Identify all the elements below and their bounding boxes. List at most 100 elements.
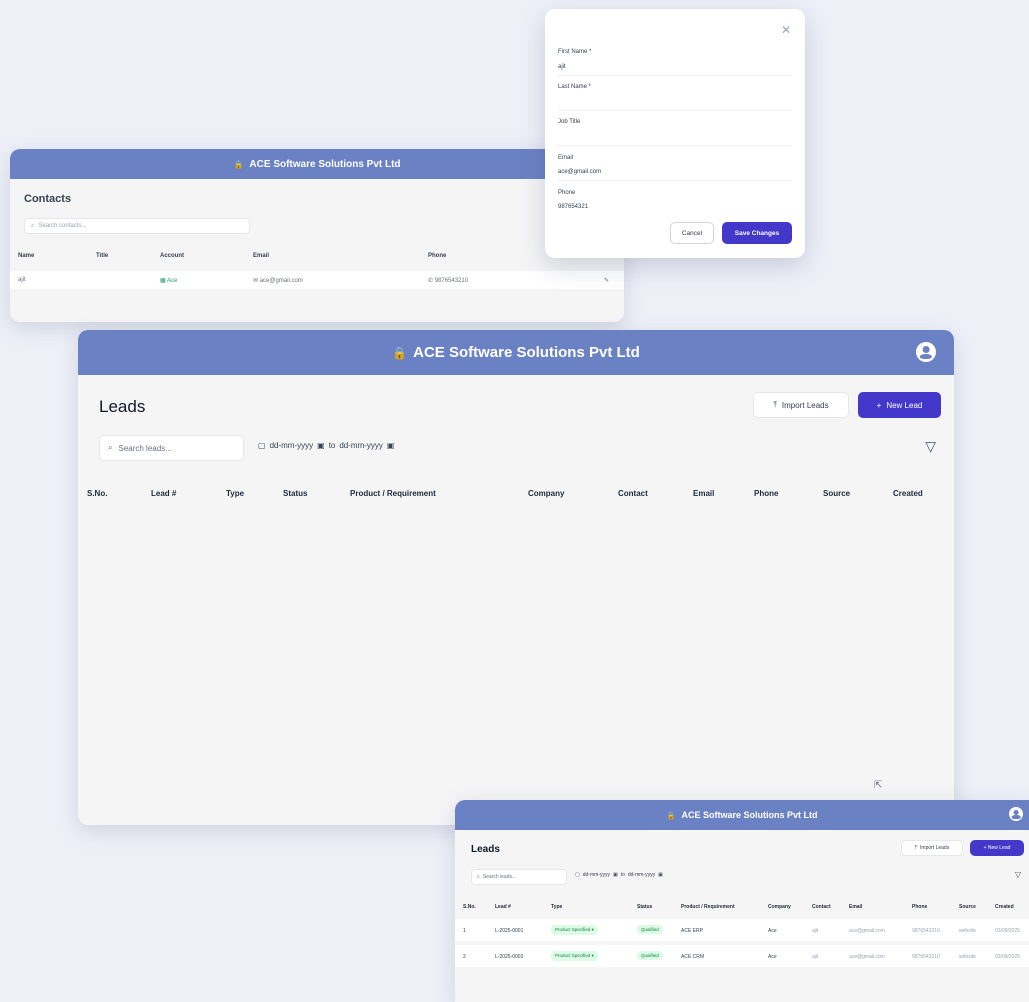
- calendar-picker-icon[interactable]: ▣: [387, 441, 395, 450]
- row-contact: ajit: [812, 928, 819, 934]
- status-badge: Qualified: [637, 925, 663, 934]
- company-name: ACE Software Solutions Pvt Ltd: [413, 344, 640, 361]
- column-header[interactable]: Contact: [618, 489, 648, 498]
- phone-field[interactable]: 987654321: [558, 204, 588, 210]
- column-header[interactable]: Company: [528, 489, 564, 498]
- column-header[interactable]: Type: [226, 489, 244, 498]
- column-header[interactable]: Status: [637, 904, 652, 910]
- column-header[interactable]: Name: [18, 253, 34, 259]
- company-name: ACE Software Solutions Pvt Ltd: [249, 158, 401, 170]
- table-row[interactable]: [10, 271, 624, 289]
- date-to-input[interactable]: dd-mm-yyyy: [628, 872, 655, 878]
- column-header[interactable]: S.No.: [87, 489, 107, 498]
- new-lead-button[interactable]: + New Lead: [970, 840, 1024, 856]
- filter-icon[interactable]: ▽: [1015, 870, 1021, 879]
- import-leads-button[interactable]: ⤒ Import Leads: [753, 392, 849, 418]
- row-created: 03/09/2025: [995, 928, 1021, 934]
- phone-icon: ✆ 9876543210: [428, 278, 469, 284]
- search-icon: ⌕: [477, 874, 480, 880]
- import-leads-button[interactable]: ⤒ Import Leads: [901, 840, 963, 856]
- calendar-picker-icon[interactable]: ▣: [658, 872, 663, 878]
- last-name-label: Last Name *: [558, 84, 592, 90]
- search-icon: ⌕: [31, 222, 35, 229]
- search-placeholder: Search leads...: [482, 874, 517, 880]
- first-name-field[interactable]: ajit: [558, 64, 566, 70]
- column-header[interactable]: Phone: [754, 489, 778, 498]
- lock-icon: 🔒: [233, 159, 244, 169]
- row-company: Ace: [768, 928, 777, 934]
- column-header[interactable]: Type: [551, 904, 562, 910]
- type-badge[interactable]: Product Specified ▾: [551, 951, 598, 961]
- date-from-input[interactable]: dd-mm-yyyy: [583, 872, 610, 878]
- contact-phone: 9876543210: [434, 278, 469, 284]
- row-created: 03/09/2025: [995, 954, 1021, 960]
- column-header[interactable]: Phone: [428, 253, 446, 259]
- column-header[interactable]: Status: [283, 489, 307, 498]
- save-changes-button[interactable]: Save Changes: [722, 222, 792, 244]
- date-range: ▢ dd-mm-yyyy ▣ to dd-mm-yyyy ▣: [258, 441, 394, 450]
- mail-icon: ✉ ace@gmail.com: [253, 278, 303, 284]
- column-header[interactable]: Contact: [812, 904, 831, 910]
- search-placeholder: Search leads...: [118, 443, 172, 453]
- contacts-window: 🔒 ACE Software Solutions Pvt Ltd Contact…: [10, 149, 624, 322]
- date-range: ▢ dd-mm-yyyy ▣ to dd-mm-yyyy ▣: [575, 872, 663, 878]
- row-lead-number[interactable]: L-2025-0002: [495, 954, 523, 960]
- column-header[interactable]: Product / Requirement: [350, 489, 436, 498]
- column-header[interactable]: Source: [959, 904, 976, 910]
- row-email: ace@gmail.com: [849, 928, 885, 934]
- column-header[interactable]: Lead #: [495, 904, 511, 910]
- divider: [558, 180, 792, 181]
- filter-icon[interactable]: ▽: [925, 438, 936, 455]
- search-leads-input[interactable]: ⌕ Search leads...: [471, 869, 567, 885]
- user-avatar-icon[interactable]: [1009, 807, 1023, 821]
- row-phone: 9876543210: [912, 954, 940, 960]
- column-header[interactable]: S.No.: [463, 904, 476, 910]
- account-icon: ▦ Ace: [160, 278, 178, 284]
- lock-icon: 🔒: [666, 810, 676, 820]
- column-header[interactable]: Created: [893, 489, 923, 498]
- column-header[interactable]: Lead #: [151, 489, 176, 498]
- row-source: website: [959, 954, 976, 960]
- row-company: Ace: [768, 954, 777, 960]
- user-avatar-icon[interactable]: [916, 342, 936, 362]
- column-header[interactable]: Phone: [912, 904, 927, 910]
- calendar-picker-icon[interactable]: ▣: [317, 441, 325, 450]
- search-placeholder: Search contacts...: [38, 223, 87, 229]
- row-lead-number[interactable]: L-2025-0001: [495, 928, 523, 934]
- column-header[interactable]: Email: [693, 489, 714, 498]
- close-icon[interactable]: ✕: [781, 23, 791, 37]
- date-to-input[interactable]: dd-mm-yyyy: [339, 441, 383, 450]
- row-product: ACE ERP: [681, 928, 703, 934]
- date-separator: to: [620, 872, 625, 878]
- email-field[interactable]: ace@gmail.com: [558, 169, 601, 175]
- type-badge[interactable]: Product Specified ▾: [551, 925, 598, 935]
- page-title: Contacts: [24, 193, 72, 205]
- search-contacts-input[interactable]: ⌕ Search contacts...: [24, 218, 250, 234]
- column-header[interactable]: Created: [995, 904, 1014, 910]
- column-header[interactable]: Email: [253, 253, 269, 259]
- column-header[interactable]: Title: [96, 253, 108, 259]
- calendar-icon: ▢: [258, 441, 266, 450]
- calendar-picker-icon[interactable]: ▣: [613, 872, 618, 878]
- date-from-input[interactable]: dd-mm-yyyy: [270, 441, 314, 450]
- table-row[interactable]: [455, 919, 1029, 941]
- column-header[interactable]: Source: [823, 489, 850, 498]
- table-row[interactable]: [455, 945, 1029, 967]
- job-title-label: Job Title: [558, 119, 581, 125]
- date-separator: to: [328, 441, 336, 450]
- cancel-button[interactable]: Cancel: [670, 222, 714, 244]
- first-name-label: First Name *: [558, 49, 592, 55]
- contact-name: ajit: [18, 277, 26, 283]
- column-header[interactable]: Product / Requirement: [681, 904, 735, 910]
- search-leads-input[interactable]: ⌕ Search leads...: [99, 435, 244, 461]
- row-product: ACE CRM: [681, 954, 705, 960]
- column-header[interactable]: Company: [768, 904, 791, 910]
- column-header[interactable]: Account: [160, 253, 184, 259]
- new-lead-button[interactable]: + New Lead: [858, 392, 941, 418]
- leads-window-populated: 🔒 ACE Software Solutions Pvt Ltd Leads ⤒…: [455, 800, 1029, 1002]
- edit-icon[interactable]: ✎: [604, 277, 609, 284]
- contact-email: ace@gmail.com: [259, 278, 303, 284]
- column-header[interactable]: Email: [849, 904, 862, 910]
- divider: [558, 110, 792, 111]
- divider: [558, 145, 792, 146]
